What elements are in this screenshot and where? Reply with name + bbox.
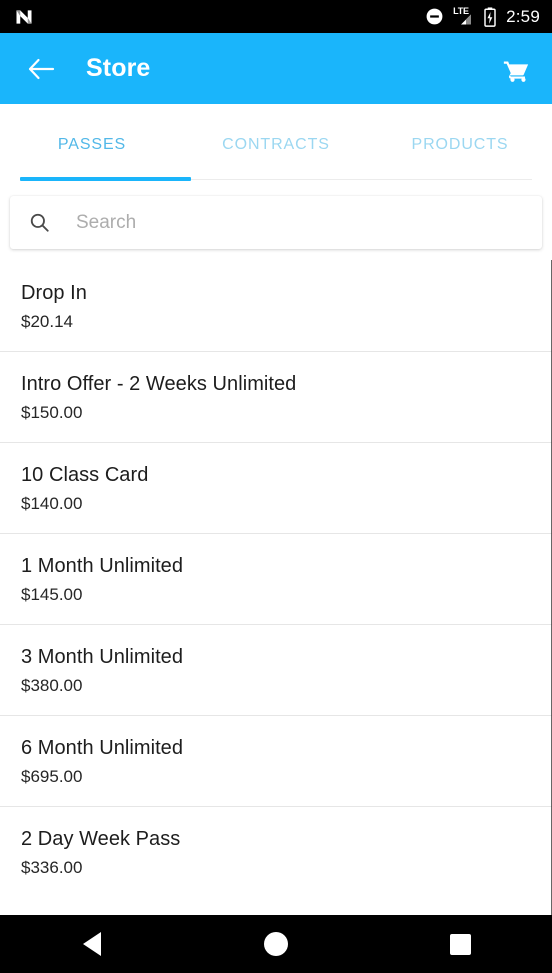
status-bar-left [14,7,34,27]
status-bar: LTE 2:59 [0,0,552,33]
store-screen: LTE 2:59 Store PASSES CONTRACTS PRODUCTS… [0,0,552,973]
list-item-name: 3 Month Unlimited [21,646,184,668]
nav-back-button[interactable] [0,915,184,973]
list-item-price: $695.00 [21,766,83,786]
nav-recents-square-icon [449,933,471,955]
list-item-name: 1 Month Unlimited [21,555,184,577]
back-button[interactable] [26,54,56,84]
status-bar-right: LTE 2:59 [425,5,540,27]
network-type-indicator: LTE [453,5,474,27]
status-bar-clock: 2:59 [506,7,540,26]
list-item[interactable]: 3 Month Unlimited $380.00 [0,624,552,715]
search-section [0,182,552,260]
list-item[interactable]: 6 Month Unlimited $695.00 [0,715,552,806]
list-item-price: $20.14 [21,311,73,331]
list-item[interactable]: 2 Day Week Pass $336.00 [0,806,552,897]
tab-contracts[interactable]: CONTRACTS [184,116,368,182]
passes-list[interactable]: Drop In $20.14 Intro Offer - 2 Weeks Unl… [0,260,552,915]
android-n-logo-icon [14,7,34,27]
nav-back-triangle-icon [83,932,101,956]
tab-bar: PASSES CONTRACTS PRODUCTS [0,104,552,182]
app-bar: Store [0,33,552,104]
back-arrow-icon [28,58,54,79]
shopping-cart-button[interactable] [500,53,532,85]
list-item-name: 2 Day Week Pass [21,828,181,850]
list-item-price: $380.00 [21,675,83,695]
list-item-name: Intro Offer - 2 Weeks Unlimited [21,373,297,395]
system-navigation-bar [0,915,552,973]
nav-home-circle-icon [264,932,288,956]
list-item-name: Drop In [21,282,87,304]
nav-home-button[interactable] [184,915,368,973]
list-item-price: $140.00 [21,493,83,513]
battery-charging-icon [483,6,497,27]
tab-active-indicator [20,177,191,181]
list-item-price: $336.00 [21,857,83,877]
tab-products-label: PRODUCTS [411,136,509,153]
tab-contracts-label: CONTRACTS [222,136,330,153]
list-item[interactable]: Drop In $20.14 [0,260,552,351]
list-item[interactable]: 10 Class Card $140.00 [0,442,552,533]
list-item-name: 10 Class Card [21,464,149,486]
list-item[interactable]: Intro Offer - 2 Weeks Unlimited $150.00 [0,351,552,442]
list-item-price: $145.00 [21,584,83,604]
list-item-price: $150.00 [21,402,83,422]
do-not-disturb-icon [425,7,444,26]
nav-recents-button[interactable] [368,915,552,973]
network-type-label: LTE [453,5,469,16]
page-title: Store [86,54,151,82]
list-item-name: 6 Month Unlimited [21,737,184,759]
shopping-cart-icon [503,61,529,82]
tab-products[interactable]: PRODUCTS [368,116,552,182]
search-icon [28,211,51,234]
search-card[interactable] [10,196,542,249]
list-item[interactable]: 1 Month Unlimited $145.00 [0,533,552,624]
tab-passes-label: PASSES [57,136,127,153]
tab-passes[interactable]: PASSES [0,116,184,182]
search-input[interactable] [76,211,524,234]
